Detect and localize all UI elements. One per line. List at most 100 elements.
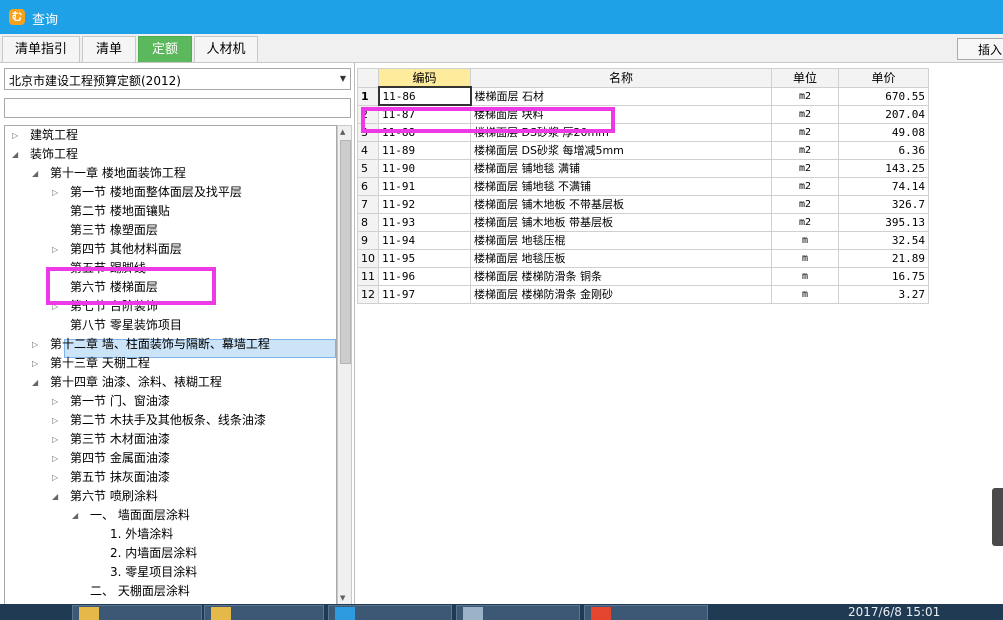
collapse-icon[interactable]: ◢: [12, 145, 18, 164]
cell-code[interactable]: 11-91: [378, 176, 471, 196]
scrollbar-thumb[interactable]: [340, 140, 351, 364]
cell-unit[interactable]: m2: [771, 212, 839, 232]
expand-icon[interactable]: ▷: [52, 240, 58, 259]
table-row[interactable]: 3 11-88 楼梯面层 DS砂浆 厚20mm m2 49.08: [357, 122, 929, 142]
expand-icon[interactable]: ▷: [52, 183, 58, 202]
cell-code[interactable]: 11-92: [378, 194, 471, 214]
tree-scrollbar[interactable]: ▲ ▼: [337, 125, 352, 608]
cell-code[interactable]: 11-97: [378, 284, 471, 304]
taskbar-item[interactable]: [72, 605, 202, 620]
cell-unit[interactable]: m2: [771, 86, 839, 106]
scroll-down-icon[interactable]: ▼: [340, 594, 345, 602]
table-row[interactable]: 8 11-93 楼梯面层 铺木地板 带基层板 m2 395.13: [357, 212, 929, 232]
expand-icon[interactable]: ▷: [52, 430, 58, 449]
table-row[interactable]: 2 11-87 楼梯面层 块料 m2 207.04: [357, 104, 929, 124]
cell-price[interactable]: 6.36: [838, 140, 929, 160]
cell-name[interactable]: 楼梯面层 铺地毯 满铺: [470, 158, 772, 178]
column-header-code[interactable]: 编码: [378, 68, 471, 88]
tab-labor-material-machine[interactable]: 人材机: [194, 36, 258, 62]
insert-button[interactable]: 插入: [957, 38, 1003, 60]
expand-icon[interactable]: ▷: [12, 126, 18, 145]
cell-code[interactable]: 11-88: [378, 122, 471, 142]
cell-name[interactable]: 楼梯面层 块料: [470, 104, 772, 124]
cell-price[interactable]: 670.55: [838, 86, 929, 106]
expand-icon[interactable]: ▷: [52, 297, 58, 316]
cell-code[interactable]: 11-93: [378, 212, 471, 232]
cell-name[interactable]: 楼梯面层 楼梯防滑条 金刚砂: [470, 284, 772, 304]
expand-icon[interactable]: ▷: [52, 449, 58, 468]
table-row[interactable]: 7 11-92 楼梯面层 铺木地板 不带基层板 m2 326.7: [357, 194, 929, 214]
quota-grid-panel: 编码 名称 单位 单价 1 11-86 楼梯面层 石材 m2 670.55 2 11-87…: [356, 63, 1003, 608]
cell-name[interactable]: 楼梯面层 地毯压棍: [470, 230, 772, 250]
collapse-icon[interactable]: ◢: [72, 506, 78, 525]
cell-unit[interactable]: m: [771, 284, 839, 304]
cell-price[interactable]: 32.54: [838, 230, 929, 250]
cell-code[interactable]: 11-94: [378, 230, 471, 250]
table-row[interactable]: 12 11-97 楼梯面层 楼梯防滑条 金刚砂 m 3.27: [357, 284, 929, 304]
cell-name[interactable]: 楼梯面层 DS砂浆 每增减5mm: [470, 140, 772, 160]
cell-price[interactable]: 3.27: [838, 284, 929, 304]
search-input[interactable]: [4, 98, 351, 118]
table-row[interactable]: 5 11-90 楼梯面层 铺地毯 满铺 m2 143.25: [357, 158, 929, 178]
cell-code[interactable]: 11-95: [378, 248, 471, 268]
column-header-price[interactable]: 单价: [838, 68, 929, 88]
collapse-icon[interactable]: ◢: [32, 164, 38, 183]
table-row[interactable]: 10 11-95 楼梯面层 地毯压板 m 21.89: [357, 248, 929, 268]
chapter-tree: ▷ 建筑工程 ◢ 装饰工程 ◢ 第十一章 楼地面装饰工程 ▷ 第一节 楼地面整体面层及找…: [4, 125, 337, 608]
cell-unit[interactable]: m2: [771, 104, 839, 124]
cell-unit[interactable]: m: [771, 266, 839, 286]
cell-unit[interactable]: m2: [771, 194, 839, 214]
taskbar-item[interactable]: [204, 605, 324, 620]
scroll-up-icon[interactable]: ▲: [340, 128, 345, 136]
collapse-icon[interactable]: ◢: [32, 373, 38, 392]
cell-unit[interactable]: m: [771, 248, 839, 268]
row-number: 8: [357, 212, 379, 232]
cell-name[interactable]: 楼梯面层 铺木地板 带基层板: [470, 212, 772, 232]
cell-unit[interactable]: m2: [771, 122, 839, 142]
cell-name[interactable]: 楼梯面层 铺木地板 不带基层板: [470, 194, 772, 214]
table-row[interactable]: 4 11-89 楼梯面层 DS砂浆 每增减5mm m2 6.36: [357, 140, 929, 160]
cell-price[interactable]: 395.13: [838, 212, 929, 232]
quota-library-select[interactable]: 北京市建设工程预算定额(2012) ▼: [4, 68, 351, 90]
tab-bill-guide[interactable]: 清单指引: [2, 36, 80, 62]
cell-code[interactable]: 11-96: [378, 266, 471, 286]
cell-unit[interactable]: m: [771, 230, 839, 250]
column-header-name[interactable]: 名称: [470, 68, 772, 88]
cell-name[interactable]: 楼梯面层 石材: [470, 86, 772, 106]
cell-price[interactable]: 74.14: [838, 176, 929, 196]
table-row[interactable]: 1 11-86 楼梯面层 石材 m2 670.55: [357, 86, 929, 106]
tab-bill[interactable]: 清单: [82, 36, 136, 62]
cell-price[interactable]: 49.08: [838, 122, 929, 142]
tab-quota[interactable]: 定额: [138, 36, 192, 62]
table-row[interactable]: 11 11-96 楼梯面层 楼梯防滑条 铜条 m 16.75: [357, 266, 929, 286]
cell-price[interactable]: 16.75: [838, 266, 929, 286]
cell-name[interactable]: 楼梯面层 地毯压板: [470, 248, 772, 268]
table-row[interactable]: 6 11-91 楼梯面层 铺地毯 不满铺 m2 74.14: [357, 176, 929, 196]
cell-name[interactable]: 楼梯面层 DS砂浆 厚20mm: [470, 122, 772, 142]
side-widget[interactable]: [992, 488, 1003, 546]
expand-icon[interactable]: ▷: [32, 335, 38, 354]
expand-icon[interactable]: ▷: [52, 392, 58, 411]
cell-price[interactable]: 207.04: [838, 104, 929, 124]
table-row[interactable]: 9 11-94 楼梯面层 地毯压棍 m 32.54: [357, 230, 929, 250]
cell-unit[interactable]: m2: [771, 176, 839, 196]
cell-code[interactable]: 11-87: [378, 104, 471, 124]
cell-unit[interactable]: m2: [771, 140, 839, 160]
cell-name[interactable]: 楼梯面层 铺地毯 不满铺: [470, 176, 772, 196]
taskbar-item[interactable]: [456, 605, 580, 620]
cell-unit[interactable]: m2: [771, 158, 839, 178]
cell-name[interactable]: 楼梯面层 楼梯防滑条 铜条: [470, 266, 772, 286]
expand-icon[interactable]: ▷: [52, 468, 58, 487]
taskbar-item[interactable]: [328, 605, 452, 620]
cell-code[interactable]: 11-89: [378, 140, 471, 160]
cell-price[interactable]: 21.89: [838, 248, 929, 268]
cell-price[interactable]: 326.7: [838, 194, 929, 214]
expand-icon[interactable]: ▷: [32, 354, 38, 373]
expand-icon[interactable]: ▷: [52, 411, 58, 430]
cell-code[interactable]: 11-90: [378, 158, 471, 178]
collapse-icon[interactable]: ◢: [52, 487, 58, 506]
taskbar-item[interactable]: [584, 605, 708, 620]
cell-code[interactable]: 11-86: [377, 86, 472, 106]
cell-price[interactable]: 143.25: [838, 158, 929, 178]
column-header-unit[interactable]: 单位: [771, 68, 839, 88]
